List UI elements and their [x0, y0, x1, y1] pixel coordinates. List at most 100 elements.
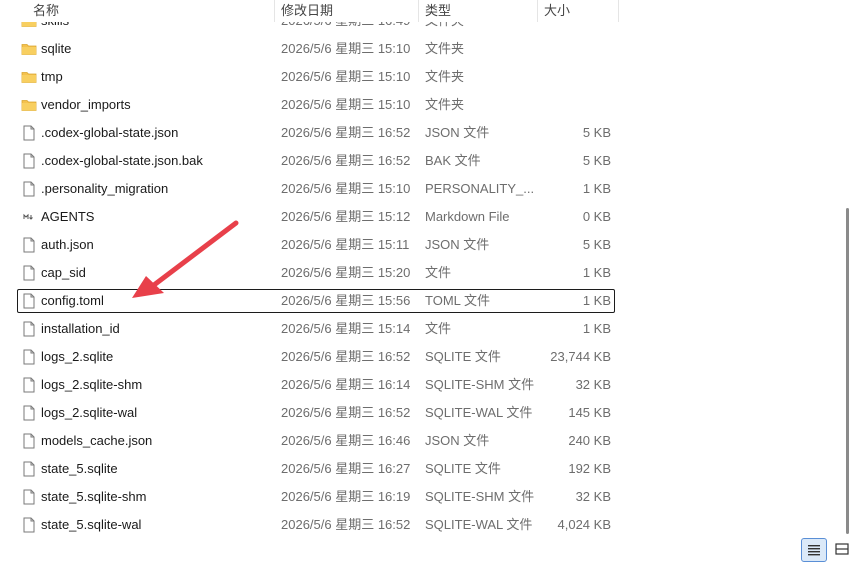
folder-icon	[21, 38, 37, 60]
file-size: 1 KB	[582, 265, 611, 280]
file-modified-date: 2026/5/6 星期三 15:14	[281, 321, 411, 336]
file-size: 32 KB	[575, 377, 611, 392]
file-type: SQLITE-WAL 文件	[425, 405, 533, 420]
file-name: .personality_migration	[41, 181, 169, 196]
file-modified-date: 2026/5/6 星期三 16:52	[281, 349, 411, 364]
file-row[interactable]: config.toml 2026/5/6 星期三 15:56 TOML 文件 1 KB	[17, 289, 615, 313]
details-view-icon	[808, 545, 820, 556]
column-header-name[interactable]: 名称	[33, 0, 59, 22]
details-view-button[interactable]	[801, 538, 827, 562]
tiles-view-button[interactable]	[829, 538, 855, 562]
file-icon	[21, 234, 37, 256]
folder-row[interactable]: sqlite 2026/5/6 星期三 15:10 文件夹	[17, 37, 615, 61]
folder-row[interactable]: vendor_imports 2026/5/6 星期三 15:10 文件夹	[17, 93, 615, 117]
file-icon	[21, 122, 37, 144]
column-divider[interactable]	[537, 0, 538, 22]
file-type: PERSONALITY_...	[425, 181, 535, 196]
tiles-view-icon	[835, 543, 849, 555]
file-row[interactable]: auth.json 2026/5/6 星期三 15:11 JSON 文件 5 KB	[17, 233, 615, 257]
file-size: 4,024 KB	[557, 517, 612, 532]
file-size: 1 KB	[582, 293, 611, 308]
file-type: JSON 文件	[425, 433, 490, 448]
file-icon	[21, 486, 37, 508]
file-modified-date: 2026/5/6 星期三 15:10	[281, 41, 411, 56]
file-size: 5 KB	[582, 153, 611, 168]
file-row[interactable]: .codex-global-state.json 2026/5/6 星期三 16:…	[17, 121, 615, 145]
file-name: cap_sid	[41, 265, 86, 280]
file-row[interactable]: state_5.sqlite 2026/5/6 星期三 16:27 SQLITE 文…	[17, 457, 615, 481]
file-row[interactable]: installation_id 2026/5/6 星期三 15:14 文件 1 KB	[17, 317, 615, 341]
file-size	[538, 94, 611, 116]
file-type: JSON 文件	[425, 237, 490, 252]
file-row[interactable]: cap_sid 2026/5/6 星期三 15:20 文件 1 KB	[17, 261, 615, 285]
file-modified-date: 2026/5/6 星期三 16:46	[281, 433, 411, 448]
column-header-size[interactable]: 大小	[544, 0, 570, 22]
file-name: auth.json	[41, 237, 94, 252]
file-row[interactable]: models_cache.json 2026/5/6 星期三 16:46 JSON …	[17, 429, 615, 453]
file-type: TOML 文件	[425, 293, 491, 308]
file-size: 23,744 KB	[550, 349, 611, 364]
file-icon	[21, 374, 37, 396]
file-name: state_5.sqlite	[41, 461, 118, 476]
file-type: JSON 文件	[425, 125, 490, 140]
folder-row[interactable]: tmp 2026/5/6 星期三 15:10 文件夹	[17, 65, 615, 89]
folder-icon	[21, 94, 37, 116]
file-row[interactable]: state_5.sqlite-shm 2026/5/6 星期三 16:19 SQLI…	[17, 485, 615, 509]
file-modified-date: 2026/5/6 星期三 16:52	[281, 517, 411, 532]
column-header-date[interactable]: 修改日期	[281, 0, 333, 22]
file-type: 文件	[425, 321, 452, 336]
file-size: 1 KB	[582, 321, 611, 336]
file-modified-date: 2026/5/6 星期三 15:10	[281, 181, 411, 196]
file-row[interactable]: state_5.sqlite-wal 2026/5/6 星期三 16:52 SQLI…	[17, 513, 615, 536]
file-size: 5 KB	[582, 125, 611, 140]
file-type: 文件夹	[425, 69, 465, 84]
file-size: 240 KB	[568, 433, 611, 448]
file-row[interactable]: .codex-global-state.json.bak 2026/5/6 星期三…	[17, 149, 615, 173]
column-divider[interactable]	[274, 0, 275, 22]
file-row[interactable]: .personality_migration 2026/5/6 星期三 15:10…	[17, 177, 615, 201]
file-row[interactable]: logs_2.sqlite 2026/5/6 星期三 16:52 SQLITE 文件…	[17, 345, 615, 369]
file-size: 1 KB	[582, 181, 611, 196]
file-icon	[21, 290, 37, 312]
file-modified-date: 2026/5/6 星期三 15:20	[281, 265, 411, 280]
file-type: SQLITE-WAL 文件	[425, 517, 533, 532]
file-modified-date: 2026/5/6 星期三 15:12	[281, 209, 411, 224]
scrollbar-thumb[interactable]	[846, 208, 849, 534]
file-row[interactable]: logs_2.sqlite-shm 2026/5/6 星期三 16:14 SQLIT…	[17, 373, 615, 397]
file-modified-date: 2026/5/6 星期三 16:27	[281, 461, 411, 476]
file-name: tmp	[41, 69, 63, 84]
file-type: SQLITE-SHM 文件	[425, 489, 535, 504]
file-name: logs_2.sqlite-shm	[41, 377, 143, 392]
column-divider[interactable]	[618, 0, 619, 22]
file-icon	[21, 346, 37, 368]
file-name: state_5.sqlite-wal	[41, 517, 142, 532]
file-name: logs_2.sqlite	[41, 349, 114, 364]
file-modified-date: 2026/5/6 星期三 15:10	[281, 97, 411, 112]
file-modified-date: 2026/5/6 星期三 15:10	[281, 69, 411, 84]
file-name: config.toml	[41, 293, 104, 308]
folder-icon	[21, 66, 37, 88]
vertical-scrollbar[interactable]	[840, 0, 857, 536]
file-size	[538, 66, 611, 88]
file-row[interactable]: AGENTS 2026/5/6 星期三 15:12 Markdown File 0 K…	[17, 205, 615, 229]
column-header-type[interactable]: 类型	[425, 0, 451, 22]
file-size: 5 KB	[582, 237, 611, 252]
file-icon	[21, 430, 37, 452]
file-name: sqlite	[41, 41, 72, 56]
file-row[interactable]: logs_2.sqlite-wal 2026/5/6 星期三 16:52 SQLIT…	[17, 401, 615, 425]
file-type: Markdown File	[425, 209, 510, 224]
file-modified-date: 2026/5/6 星期三 16:52	[281, 153, 411, 168]
file-name: .codex-global-state.json	[41, 125, 179, 140]
file-size: 192 KB	[568, 461, 611, 476]
file-size: 145 KB	[568, 405, 611, 420]
file-name: vendor_imports	[41, 97, 131, 112]
file-modified-date: 2026/5/6 星期三 16:19	[281, 489, 411, 504]
column-divider[interactable]	[418, 0, 419, 22]
file-size: 32 KB	[575, 489, 611, 504]
file-type: SQLITE 文件	[425, 349, 501, 364]
file-list: skills2026/5/6 星期三 16:49文件夹sqlite2026/5/…	[0, 0, 840, 536]
file-modified-date: 2026/5/6 星期三 15:56	[281, 293, 411, 308]
file-name: logs_2.sqlite-wal	[41, 405, 138, 420]
file-modified-date: 2026/5/6 星期三 16:52	[281, 405, 411, 420]
file-type: 文件	[425, 265, 452, 280]
